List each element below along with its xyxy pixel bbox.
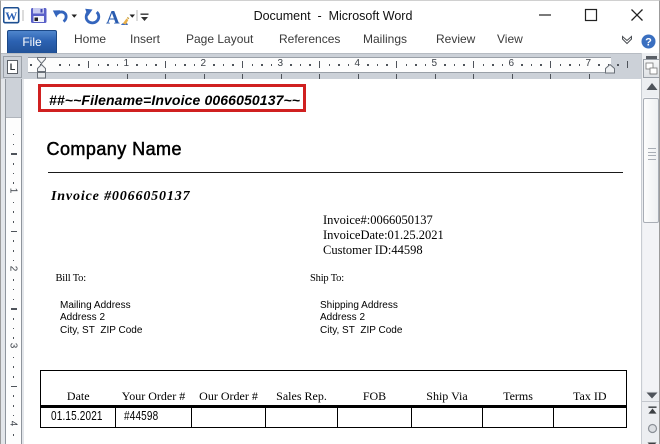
svg-text:A: A xyxy=(106,8,120,26)
svg-text:?: ? xyxy=(645,37,652,49)
svg-text:W: W xyxy=(5,9,17,23)
